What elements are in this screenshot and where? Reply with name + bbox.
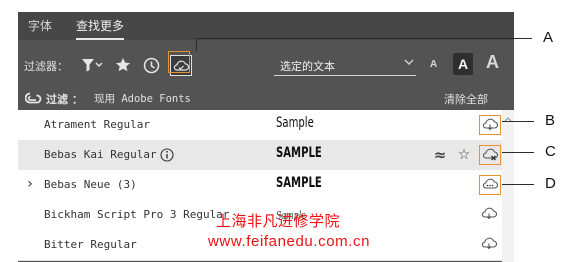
callout-c: C	[545, 143, 556, 160]
callout-line-b	[502, 121, 534, 122]
callout-line-c	[502, 152, 534, 153]
filter-bar: 过滤器：	[18, 52, 514, 78]
font-name: Atrament Regular	[44, 118, 150, 131]
list-scrollbar[interactable]	[502, 110, 514, 262]
callout-d: D	[545, 175, 556, 192]
font-sample: SAMPLE	[276, 175, 322, 191]
font-sample: SAMPLE	[276, 145, 322, 161]
clock-icon[interactable]	[142, 56, 160, 74]
font-name: Bebas Kai Regular	[44, 148, 157, 161]
cloud-remove-icon[interactable]	[479, 145, 501, 165]
size-large-button[interactable]: A	[486, 52, 499, 73]
sample-text-select[interactable]: 选定的文本	[274, 56, 416, 76]
font-name: Bickham Script Pro 3 Regular	[44, 208, 230, 221]
cloud-pending-icon[interactable]	[479, 175, 501, 195]
font-row-bebas-neue[interactable]: › Bebas Neue (3) SAMPLE	[18, 170, 502, 201]
font-sample: Sample	[276, 115, 314, 131]
font-name: Bitter Regular	[44, 238, 137, 251]
panel-tabs: 字体 查找更多	[18, 12, 514, 40]
watermark-url: www.feifanedu.com.cn	[208, 233, 371, 250]
tab-find-more[interactable]: 查找更多	[76, 12, 125, 40]
cloud-download-icon[interactable]	[479, 115, 501, 135]
filter-icon[interactable]	[80, 56, 104, 74]
creative-cloud-icon	[24, 90, 42, 106]
callout-line-a	[196, 38, 532, 39]
watermark-title: 上海非凡进修学院	[216, 212, 341, 230]
font-row-atrament[interactable]: Atrament Regular Sample	[18, 110, 502, 141]
callout-line-a-drop	[196, 38, 197, 51]
active-filter-bar: 过滤 ： 现用 Adobe Fonts 清除全部	[18, 88, 514, 108]
cloud-download-icon[interactable]	[479, 205, 499, 223]
callout-b: B	[545, 112, 556, 129]
info-icon[interactable]	[159, 147, 175, 163]
sample-text-value: 选定的文本	[280, 60, 335, 73]
active-filter-label: 过滤 ：	[46, 93, 83, 106]
expand-chevron-icon[interactable]: ›	[24, 176, 36, 192]
active-filter-value: 现用 Adobe Fonts	[94, 93, 191, 105]
size-small-button[interactable]: A	[430, 59, 437, 70]
chevron-down-icon	[404, 58, 414, 69]
scroll-up-icon[interactable]	[502, 113, 514, 125]
size-medium-button[interactable]: A	[453, 53, 473, 75]
callout-highlight-a	[168, 51, 190, 73]
callout-a: A	[543, 29, 554, 46]
clear-all-button[interactable]: 清除全部	[444, 91, 488, 107]
callout-line-d	[502, 184, 534, 185]
similar-icon[interactable]: ≈	[432, 146, 448, 164]
filter-label: 过滤器：	[24, 60, 68, 73]
font-name: Bebas Neue (3)	[44, 178, 137, 191]
cloud-download-icon[interactable]	[479, 235, 499, 253]
tab-fonts[interactable]: 字体	[28, 12, 52, 40]
font-row-bebas-kai[interactable]: Bebas Kai Regular SAMPLE ≈ ☆	[18, 140, 502, 171]
star-icon[interactable]	[114, 56, 132, 74]
favorite-star-icon[interactable]: ☆	[456, 146, 472, 164]
